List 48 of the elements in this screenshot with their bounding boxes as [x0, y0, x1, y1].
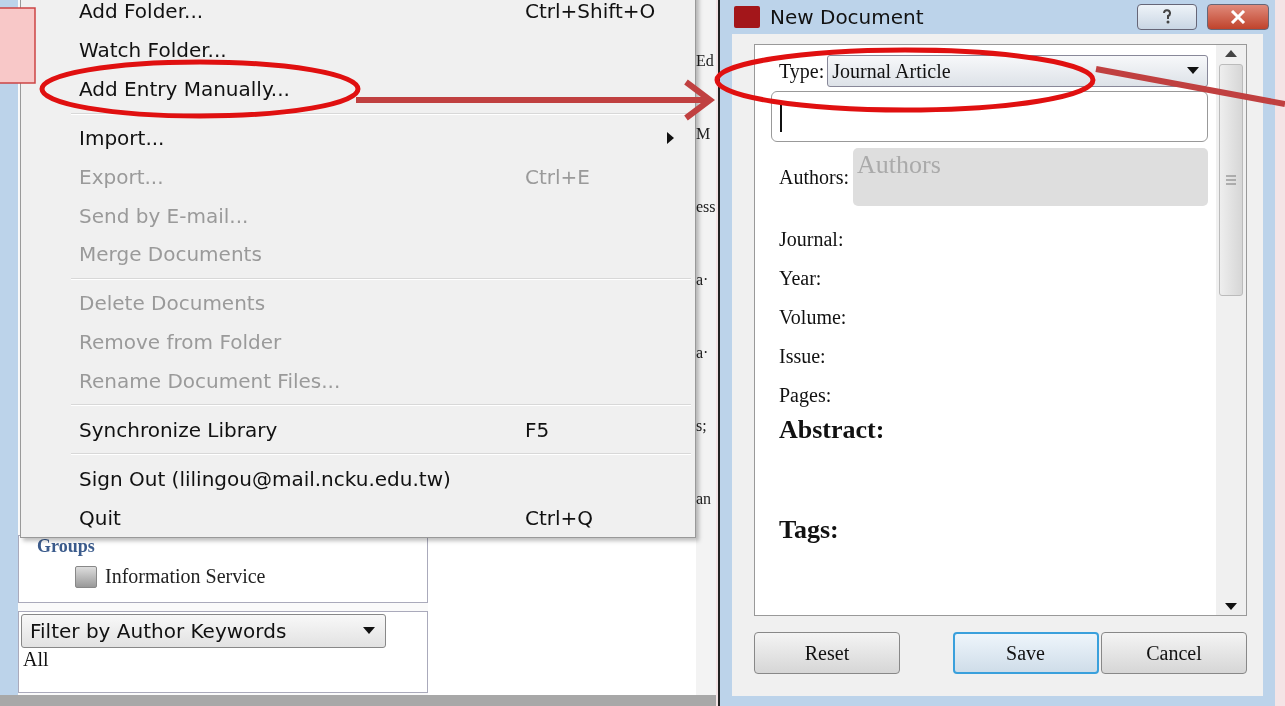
section-heading: Groups	[37, 536, 96, 557]
dialog-button[interactable]: Save	[952, 632, 1099, 674]
list-text: s;	[696, 417, 708, 436]
dialog-button[interactable]: Cancel	[1101, 632, 1247, 674]
list-text: a·	[696, 344, 710, 363]
menu-item[interactable]: Sign Out (lilingou@mail.ncku.edu.tw)	[79, 466, 451, 491]
type-dropdown[interactable]: Journal Article	[827, 55, 1208, 87]
window-title: New Document	[770, 5, 925, 29]
field-label: Authors:	[779, 165, 849, 189]
dialog-button[interactable]: Reset	[754, 632, 900, 674]
shortcut-text: Ctrl+Q	[525, 505, 595, 530]
section-heading: Abstract:	[779, 415, 885, 445]
menu-item[interactable]: Add Folder...	[79, 0, 204, 24]
section-heading: Tags:	[779, 515, 839, 545]
app-icon	[734, 6, 760, 28]
list-text: a·	[696, 271, 710, 290]
shortcut-text: Ctrl+Shift+O	[525, 0, 657, 24]
field-label: Issue:	[779, 345, 826, 368]
field-label: Volume:	[779, 306, 847, 329]
menu-item[interactable]: Synchronize Library	[79, 417, 278, 442]
field-label: Pages:	[779, 384, 832, 407]
filter-item[interactable]: All	[21, 648, 425, 671]
list-text: ess	[696, 198, 716, 217]
list-text: Ed	[696, 52, 715, 71]
list-text: an	[696, 490, 713, 509]
dropdown-arrow-icon	[1187, 67, 1199, 75]
menu-item[interactable]: Import...	[79, 125, 165, 150]
menu-item[interactable]: Quit	[79, 505, 121, 530]
close-icon	[1230, 10, 1246, 24]
close-button[interactable]	[1207, 4, 1269, 30]
group-icon	[75, 565, 97, 588]
group-item[interactable]: Information Service	[105, 565, 266, 588]
shortcut-text: F5	[525, 417, 551, 442]
field-label: Year:	[779, 267, 822, 290]
help-button[interactable]	[1137, 4, 1197, 30]
scroll-down-icon	[1225, 603, 1237, 611]
field-label: Journal:	[779, 228, 844, 251]
scrollbar-thumb[interactable]	[1219, 64, 1243, 296]
menu-item[interactable]: Add Entry Manually...	[79, 77, 290, 102]
filter-dropdown[interactable]: Filter by Author Keywords	[21, 614, 386, 648]
scroll-up-icon[interactable]	[1225, 49, 1237, 57]
dropdown-arrow-icon	[363, 627, 375, 635]
menu-item[interactable]: Watch Folder...	[79, 38, 227, 63]
help-icon	[1162, 9, 1172, 25]
title-field[interactable]	[771, 91, 1208, 142]
list-text: M	[696, 125, 712, 144]
shortcut-text: Ctrl+E	[525, 164, 591, 189]
field-label: Type:	[779, 59, 825, 83]
